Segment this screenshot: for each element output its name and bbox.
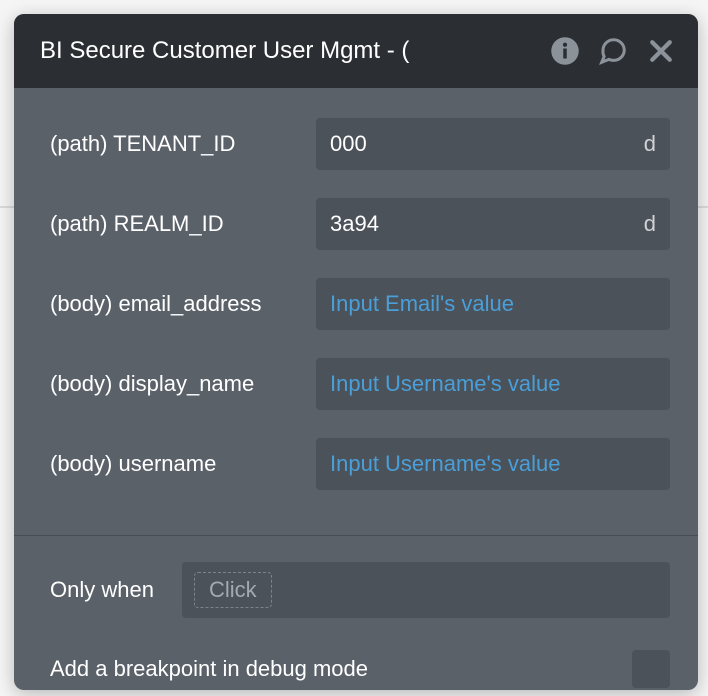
panel-header: BI Secure Customer User Mgmt - (	[14, 14, 698, 88]
param-label: (path) TENANT_ID	[50, 131, 316, 157]
param-row-display-name: (body) display_name Input Username's val…	[50, 358, 670, 410]
param-row-realm-id: (path) REALM_ID 3a94 d	[50, 198, 670, 250]
param-placeholder: Input Username's value	[330, 451, 656, 477]
param-suffix: d	[644, 211, 656, 237]
condition-field[interactable]: Click	[182, 562, 670, 618]
param-row-email: (body) email_address Input Email's value	[50, 278, 670, 330]
info-icon[interactable]	[550, 36, 580, 66]
params-body: (path) TENANT_ID 000 d (path) REALM_ID 3…	[14, 88, 698, 529]
breakpoint-checkbox[interactable]	[632, 650, 670, 688]
footer: Only when Click Add a breakpoint in debu…	[14, 536, 698, 690]
close-icon[interactable]	[646, 36, 676, 66]
param-placeholder: Input Email's value	[330, 291, 656, 317]
comment-icon[interactable]	[598, 36, 628, 66]
param-suffix: d	[644, 131, 656, 157]
param-field-username[interactable]: Input Username's value	[316, 438, 670, 490]
param-label: (body) username	[50, 451, 316, 477]
param-field-realm-id[interactable]: 3a94 d	[316, 198, 670, 250]
param-field-email[interactable]: Input Email's value	[316, 278, 670, 330]
param-row-username: (body) username Input Username's value	[50, 438, 670, 490]
condition-chip[interactable]: Click	[194, 572, 272, 608]
breakpoint-row: Add a breakpoint in debug mode	[50, 648, 670, 690]
param-label: (path) REALM_ID	[50, 211, 316, 237]
condition-row: Only when Click	[50, 562, 670, 618]
param-placeholder: Input Username's value	[330, 371, 656, 397]
param-field-display-name[interactable]: Input Username's value	[316, 358, 670, 410]
param-value: 000	[330, 131, 644, 157]
only-when-label: Only when	[50, 577, 154, 603]
param-label: (body) display_name	[50, 371, 316, 397]
panel-title: BI Secure Customer User Mgmt - (	[40, 37, 550, 65]
param-row-tenant-id: (path) TENANT_ID 000 d	[50, 118, 670, 170]
breakpoint-label: Add a breakpoint in debug mode	[50, 656, 632, 682]
param-value: 3a94	[330, 211, 644, 237]
param-label: (body) email_address	[50, 291, 316, 317]
config-panel: BI Secure Customer User Mgmt - ( (path) …	[14, 14, 698, 690]
header-actions	[550, 36, 676, 66]
param-field-tenant-id[interactable]: 000 d	[316, 118, 670, 170]
